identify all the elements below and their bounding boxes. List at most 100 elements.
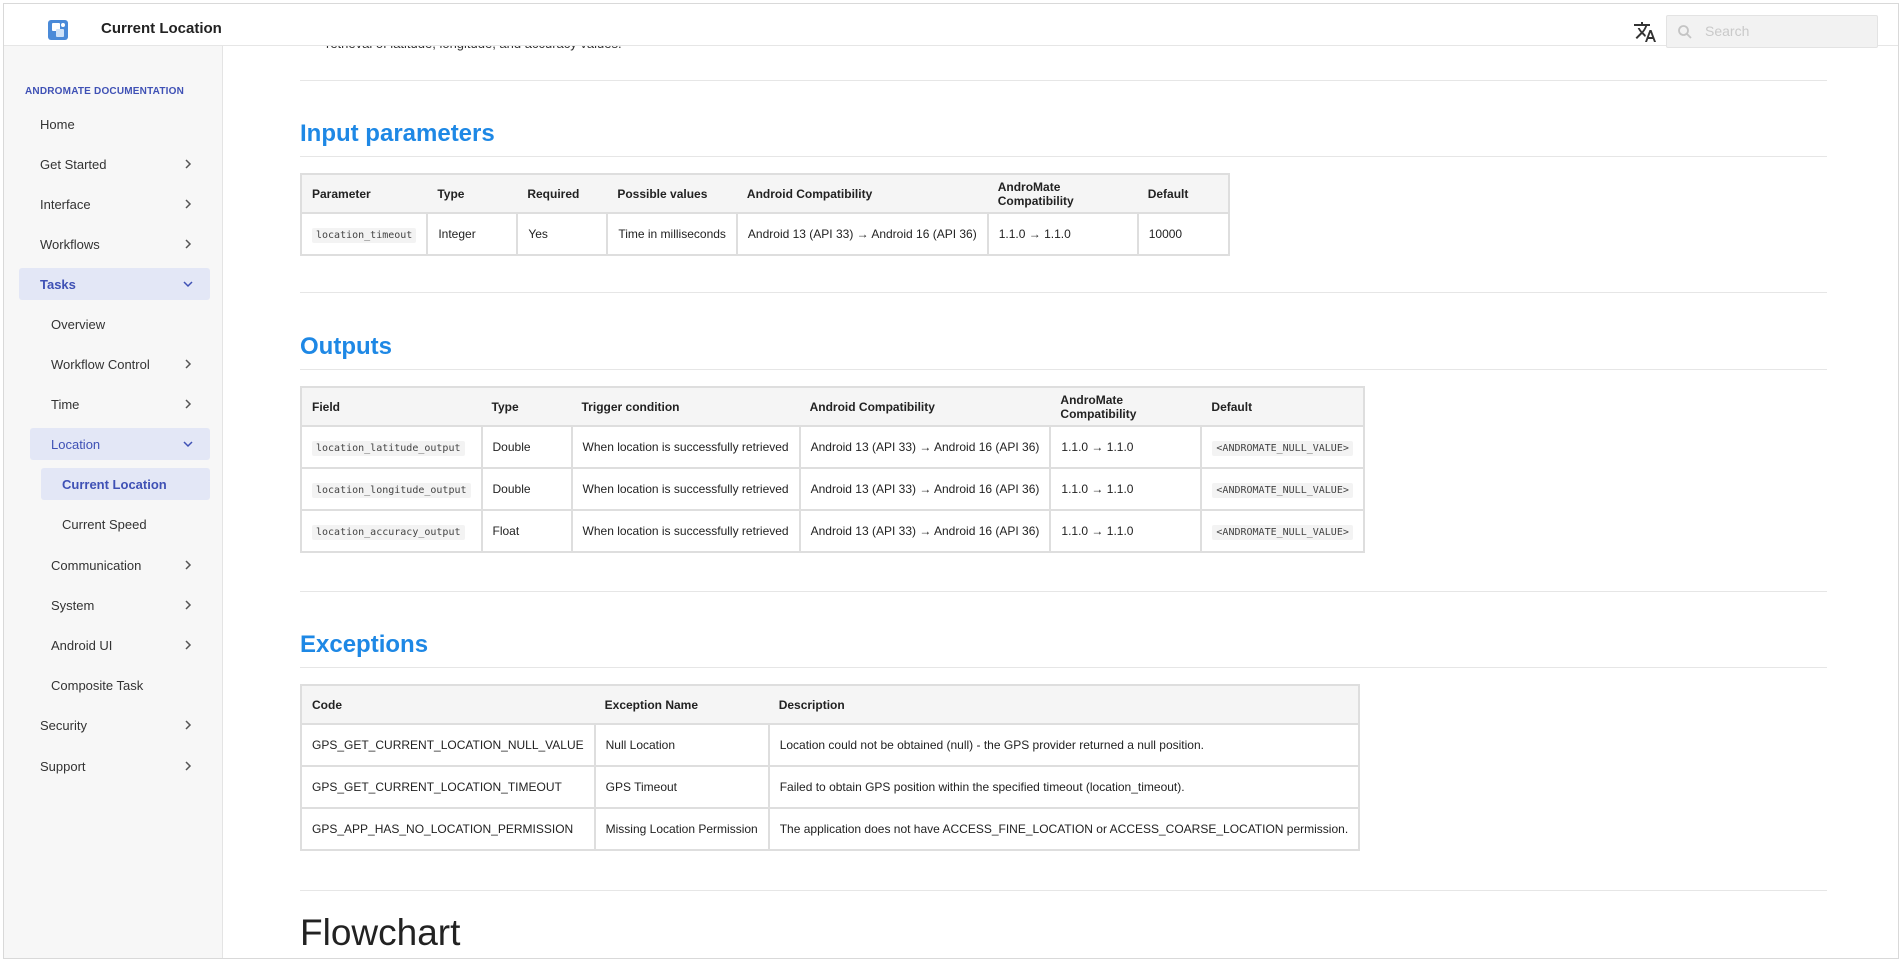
table-cell: Android 13 (API 33) → Android 16 (API 36… [798,509,1052,553]
table-cell: <ANDROMATE_NULL_VALUE> [1200,467,1365,511]
column-header: Default [1201,387,1364,427]
chevron-down-icon [183,441,193,448]
table-cell: When location is successfully retrieved [570,509,801,553]
sidebar-item-overview[interactable]: Overview [30,308,210,340]
table-header-row: Code Exception Name Description [301,685,1360,725]
sidebar-item-composite-task[interactable]: Composite Task [30,669,210,701]
search-input[interactable] [1705,23,1870,39]
column-header: Parameter [301,174,428,214]
code-value: location_timeout [312,228,417,243]
column-header: Field [301,387,482,427]
code-value: location_accuracy_output [312,525,465,540]
sidebar-item-time[interactable]: Time [30,388,210,420]
table-header-row: Parameter Type Required Possible values … [301,174,1229,214]
table-cell: Android 13 (API 33) → Android 16 (API 36… [798,467,1052,511]
chevron-right-icon [185,640,192,650]
chevron-right-icon [185,761,192,771]
divider [300,591,1827,592]
table-cell: Missing Location Permission [593,807,770,851]
table-row: location_accuracy_output Float When loca… [300,509,1365,553]
input-parameters-table: Parameter Type Required Possible values … [299,173,1230,256]
sidebar-item-location[interactable]: Location [30,428,210,460]
column-header: Android Compatibility [799,387,1051,427]
sidebar-item-label: Communication [51,557,142,573]
table-row: GPS_GET_CURRENT_LOCATION_NULL_VALUE Null… [300,723,1361,767]
translate-icon[interactable] [1633,20,1657,44]
table-row: location_longitude_output Double When lo… [300,467,1365,511]
sidebar-item-get-started[interactable]: Get Started [19,148,210,180]
code-value: location_longitude_output [312,483,471,498]
sidebar-item-android-ui[interactable]: Android UI [30,629,210,661]
sidebar-item-workflow-control[interactable]: Workflow Control [30,348,210,380]
chevron-right-icon [185,239,192,249]
sidebar-item-current-location[interactable]: Current Location [41,468,210,500]
code-value: location_latitude_output [312,441,465,456]
code-value: <ANDROMATE_NULL_VALUE> [1212,441,1353,456]
chevron-right-icon [185,199,192,209]
sidebar-item-system[interactable]: System [30,589,210,621]
sidebar-item-communication[interactable]: Communication [30,549,210,581]
table-cell: GPS Timeout [593,765,770,809]
table-row: GPS_GET_CURRENT_LOCATION_TIMEOUT GPS Tim… [300,765,1361,809]
sidebar-item-security[interactable]: Security [19,709,210,741]
sidebar-item-label: Support [40,758,86,774]
table-cell: 1.1.0 → 1.1.0 [1049,509,1203,553]
table-cell: The application does not have ACCESS_FIN… [767,807,1361,851]
table-row: GPS_APP_HAS_NO_LOCATION_PERMISSION Missi… [300,807,1361,851]
table-cell: 1.1.0 → 1.1.0 [1049,425,1203,469]
table-cell: location_longitude_output [300,467,483,511]
search-box[interactable] [1666,15,1878,48]
sidebar-item-label: Time [51,396,80,412]
sidebar-nav: ANDROMATE DOCUMENTATION Home Get Started… [4,46,223,958]
table-cell: Failed to obtain GPS position within the… [767,765,1361,809]
table-row: location_timeout Integer Yes Time in mil… [299,212,1230,256]
table-row: location_latitude_output Double When loc… [300,425,1365,469]
table-cell: Android 13 (API 33) → Android 16 (API 36… [798,425,1052,469]
sidebar-item-label: Overview [51,316,106,332]
chevron-down-icon [183,281,193,288]
sidebar-item-interface[interactable]: Interface [19,188,210,220]
section-title-input-parameters: Input parameters [300,120,495,147]
column-header: Exception Name [594,685,769,725]
column-header: Default [1137,174,1229,214]
section-title-outputs: Outputs [300,333,392,360]
table-cell: <ANDROMATE_NULL_VALUE> [1200,509,1365,553]
sidebar-item-label: System [51,597,95,613]
table-cell: 1.1.0 → 1.1.0 [1049,467,1203,511]
table-cell: Yes [516,212,609,256]
divider [300,667,1827,668]
sidebar-item-current-speed[interactable]: Current Speed [41,508,210,540]
table-cell: location_latitude_output [300,425,483,469]
table-cell: Location could not be obtained (null) - … [767,723,1361,767]
section-title-flowchart: Flowchart [300,912,461,953]
sidebar-item-label: Composite Task [51,677,144,693]
table-cell: 1.1.0 → 1.1.0 [986,212,1139,256]
column-header: Type [427,174,518,214]
column-header: Description [768,685,1360,725]
sidebar-item-home[interactable]: Home [19,108,210,140]
outputs-table: Field Type Trigger condition Android Com… [300,386,1365,553]
sidebar-item-label: Home [40,116,75,132]
sidebar-item-label: Security [40,717,87,733]
chevron-right-icon [185,600,192,610]
top-bar: Current Location [4,4,1898,48]
table-cell: GPS_GET_CURRENT_LOCATION_TIMEOUT [300,765,596,809]
sidebar-item-label: Location [51,436,101,452]
sidebar-item-label: Current Location [62,476,167,492]
column-header: AndroMate Compatibility [987,174,1138,214]
column-header: Required [517,174,608,214]
code-value: <ANDROMATE_NULL_VALUE> [1212,483,1353,498]
divider [300,156,1827,157]
sidebar-item-label: Interface [40,196,91,212]
sidebar-item-workflows[interactable]: Workflows [19,228,210,260]
sidebar-item-tasks[interactable]: Tasks [19,268,210,300]
table-cell: Null Location [593,723,770,767]
sidebar-item-label: Android UI [51,637,113,653]
column-header: AndroMate Compatibility [1050,387,1202,427]
sidebar-item-support[interactable]: Support [19,750,210,782]
column-header: Type [481,387,572,427]
andromate-logo-icon[interactable] [45,17,71,43]
exceptions-table: Code Exception Name Description GPS_GET_… [300,684,1361,851]
table-cell: Double [480,467,573,511]
table-cell: Integer [426,212,519,256]
